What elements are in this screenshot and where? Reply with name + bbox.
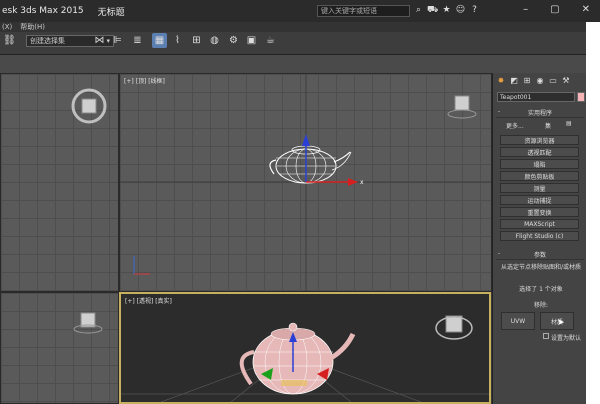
more-button[interactable]: 更多... [506, 121, 524, 130]
asset-browser-button[interactable]: 资源浏览器 [500, 135, 579, 145]
svg-text:x: x [360, 179, 364, 186]
set-default-checkbox[interactable] [543, 333, 549, 339]
measure-button[interactable]: 测量 [500, 183, 579, 193]
help-icon[interactable]: ? [469, 5, 480, 16]
mirror-icon[interactable]: ⋈ [92, 33, 107, 48]
hierarchy-tab-icon[interactable]: ⊞ [522, 76, 532, 86]
uvw-button[interactable]: UVW [501, 312, 535, 330]
render-frame-icon[interactable]: ▣ [244, 33, 259, 48]
render-icon[interactable]: ☕ [263, 33, 278, 48]
command-panel-tabs: ✸ ◩ ⊞ ◉ ▭ ⚒ [496, 76, 571, 86]
modify-tab-icon[interactable]: ◩ [509, 76, 519, 86]
title-bar: esk 3ds Max 2015 无标题 [0, 0, 600, 22]
utility-description: 从选定节点移除贴图和/或材质 [500, 264, 582, 271]
material-editor-icon[interactable]: ◍ [207, 33, 222, 48]
object-name-value: Teapot001 [500, 93, 532, 101]
maximize-button[interactable]: ▢ [550, 4, 559, 15]
render-setup-icon[interactable]: ⚙ [226, 33, 241, 48]
perspective-match-button[interactable]: 透视匹配 [500, 147, 579, 157]
cart-icon[interactable]: ⛟ [427, 5, 438, 16]
sets-button[interactable]: 集 [545, 121, 551, 130]
binoculars-icon[interactable]: ⌕ [413, 5, 424, 16]
close-button[interactable]: ✕ [582, 4, 590, 15]
ribbon-band [0, 55, 600, 73]
mouse-cursor-icon: ➤ [557, 318, 565, 328]
color-clipboard-button[interactable]: 颜色剪贴板 [500, 171, 579, 181]
viewport-bottom-left[interactable] [0, 292, 119, 404]
align-icon[interactable]: ⊫ [110, 33, 125, 48]
selection-sets-value: 创建选择集 [30, 37, 65, 45]
menu-bar: (X) 帮助(H) [0, 22, 600, 32]
layer-icon[interactable]: ≣ [130, 33, 145, 48]
uvw-label: UVW [510, 317, 526, 325]
curve-editor-icon[interactable]: ⌇ [170, 33, 185, 48]
set-default-label: 设置为默认 [551, 335, 582, 342]
object-color-swatch[interactable] [577, 92, 585, 102]
configure-button-sets-icon[interactable]: ▤ [566, 120, 572, 127]
document-title: 无标题 [97, 7, 125, 18]
motion-capture-button[interactable]: 运动捕捉 [500, 195, 579, 205]
teapot-wireframe-top: x [120, 74, 491, 291]
maxscript-button[interactable]: MAXScript [500, 219, 579, 229]
viewport-top-left[interactable] [0, 73, 119, 292]
viewport-top[interactable]: [+] [顶] [线框] x [119, 73, 492, 292]
app-title: esk 3ds Max 2015 [2, 6, 84, 16]
minimize-button[interactable]: – [523, 4, 528, 15]
user-icon[interactable]: ☺ [455, 5, 466, 16]
menu-item-x[interactable]: (X) [2, 23, 12, 31]
collapse-button[interactable]: 塌陷 [500, 159, 579, 169]
window-controls: – ▢ ✕ [523, 4, 590, 15]
link-icon[interactable]: ⛓ [2, 33, 17, 48]
motion-tab-icon[interactable]: ◉ [535, 76, 545, 86]
reset-xform-button[interactable]: 重置变换 [500, 207, 579, 217]
teapot-shaded [121, 315, 489, 402]
utilities-tab-icon[interactable]: ⚒ [561, 76, 571, 86]
infocenter-icons: ⌕ ⛟ ★ ☺ ? [413, 5, 480, 16]
graphite-ribbon-icon[interactable]: ▦ [152, 33, 167, 48]
search-input[interactable]: 键入关键字或短语 [317, 5, 410, 17]
utilities-header-label: 实用程序 [527, 110, 552, 117]
object-name-field[interactable]: Teapot001 [497, 92, 575, 102]
selected-count: 选择了 1 个对象 [519, 286, 563, 293]
search-placeholder: 键入关键字或短语 [321, 7, 377, 15]
flight-studio-button[interactable]: Flight Studio (c) [500, 231, 579, 241]
parameters-rollout-header[interactable]: - 参数 [496, 249, 584, 260]
right-edge-background [586, 22, 600, 404]
menu-item-help[interactable]: 帮助(H) [20, 22, 45, 32]
parameters-header-label: 参数 [533, 252, 546, 259]
schematic-view-icon[interactable]: ⊞ [189, 33, 204, 48]
remove-label: 移除: [533, 302, 549, 309]
viewport-perspective[interactable]: [+] [透视] [真实] [119, 292, 491, 404]
viewcube-graphic [71, 88, 107, 124]
create-tab-icon[interactable]: ✸ [496, 76, 506, 86]
utilities-rollout-header[interactable]: - 实用程序 [496, 107, 584, 118]
star-icon[interactable]: ★ [441, 5, 452, 16]
viewcube-bottom-left [73, 312, 103, 334]
display-tab-icon[interactable]: ▭ [548, 76, 558, 86]
